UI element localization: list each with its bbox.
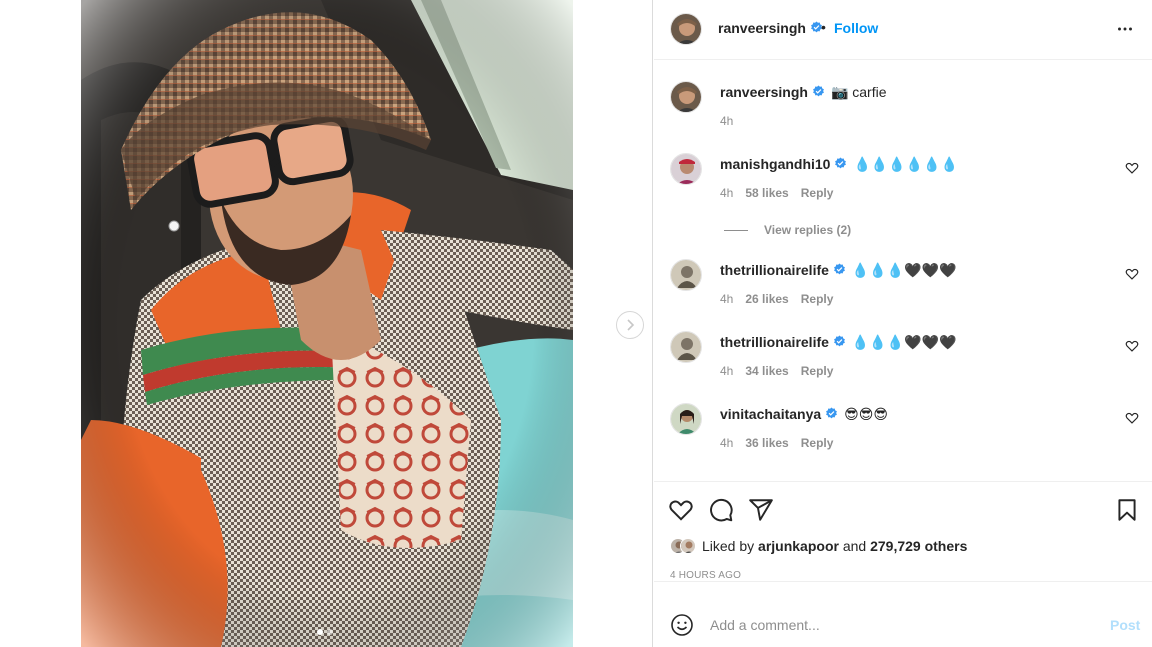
heart-icon[interactable] <box>1125 339 1139 353</box>
caption-username[interactable]: ranveersingh <box>720 84 808 100</box>
comment-text: 💧💧💧🖤🖤🖤 <box>851 262 957 278</box>
post-photo[interactable] <box>81 0 573 647</box>
share-icon[interactable] <box>748 497 774 523</box>
comment-username[interactable]: thetrillionairelife <box>720 334 829 350</box>
comment-likes[interactable]: 58 likes <box>745 186 788 200</box>
caption-time[interactable]: 4h <box>720 114 733 128</box>
caption-meta: 4h <box>720 114 733 128</box>
bookmark-icon[interactable] <box>1114 497 1140 523</box>
heart-icon[interactable] <box>668 497 694 523</box>
verified-badge-icon <box>835 157 847 169</box>
author-avatar[interactable] <box>670 13 702 45</box>
commenter-avatar[interactable] <box>670 403 702 435</box>
comment-time[interactable]: 4h <box>720 436 733 450</box>
comment-time[interactable]: 4h <box>720 292 733 306</box>
commenter-avatar[interactable] <box>670 331 702 363</box>
caption-avatar[interactable] <box>670 81 702 113</box>
reply-button[interactable]: Reply <box>801 364 834 378</box>
separator-dot: • <box>821 19 826 35</box>
comment-likes[interactable]: 34 likes <box>745 364 788 378</box>
comments-list[interactable]: ranveersingh 📷 carfie 4h manishgandhi10 💧💧… <box>654 61 1152 482</box>
carousel-dot[interactable] <box>327 629 333 635</box>
carousel-indicator <box>317 629 333 635</box>
liked-by-middle: and <box>842 538 867 554</box>
caption-text: 📷 carfie <box>830 84 887 100</box>
post-header: ranveersingh • Follow <box>654 0 1152 60</box>
comment-body: thetrillionairelife 💧💧💧🖤🖤🖤 <box>720 334 1120 351</box>
author-username[interactable]: ranveersingh <box>718 20 823 36</box>
verified-badge-icon <box>834 335 845 347</box>
comment-text: 😎😎😎 <box>844 406 888 422</box>
reply-button[interactable]: Reply <box>801 436 834 450</box>
liked-by: Liked by arjunkapoor and 279,729 others <box>670 538 967 554</box>
comment-username[interactable]: manishgandhi10 <box>720 156 830 172</box>
comment-likes[interactable]: 26 likes <box>745 292 788 306</box>
comment-body: manishgandhi10 💧💧💧💧💧💧 <box>720 156 1120 173</box>
comment-input[interactable] <box>710 613 1090 637</box>
comment-username[interactable]: thetrillionairelife <box>720 262 829 278</box>
view-replies-label[interactable]: View replies (2) <box>764 223 851 237</box>
next-slide-button[interactable] <box>616 311 644 339</box>
post-comment-button[interactable]: Post <box>1110 617 1140 633</box>
author-username-text[interactable]: ranveersingh <box>718 20 806 36</box>
comment-likes[interactable]: 36 likes <box>745 436 788 450</box>
more-options-icon[interactable] <box>1114 18 1136 40</box>
comment-meta: 4h 26 likes Reply <box>720 292 833 306</box>
verified-badge-icon <box>813 85 824 97</box>
heart-icon[interactable] <box>1125 161 1139 175</box>
follow-button[interactable]: Follow <box>834 20 878 36</box>
comment-meta: 4h 58 likes Reply <box>720 186 833 200</box>
verified-badge-icon <box>826 407 838 419</box>
comment-text: 💧💧💧🖤🖤🖤 <box>851 334 957 350</box>
post-details-panel: ranveersingh • Follow ranveersingh 📷 carf… <box>654 0 1152 647</box>
comment-icon[interactable] <box>708 497 734 523</box>
comment-time[interactable]: 4h <box>720 364 733 378</box>
post-actions: Liked by arjunkapoor and 279,729 others … <box>654 482 1152 582</box>
liked-by-user[interactable]: arjunkapoor <box>758 538 839 554</box>
comment-meta: 4h 34 likes Reply <box>720 364 833 378</box>
caption-body: ranveersingh 📷 carfie <box>720 84 1120 101</box>
heart-icon[interactable] <box>1125 267 1139 281</box>
heart-icon[interactable] <box>1125 411 1139 425</box>
commenter-avatar[interactable] <box>670 153 702 185</box>
verified-badge-icon <box>834 263 845 275</box>
view-replies-divider <box>724 229 748 231</box>
comment-body: vinitachaitanya 😎😎😎 <box>720 406 1120 423</box>
liker-avatar[interactable] <box>680 538 696 554</box>
emoji-icon[interactable] <box>670 613 694 637</box>
liked-by-text[interactable]: Liked by arjunkapoor and 279,729 others <box>702 538 967 554</box>
comment-meta: 4h 36 likes Reply <box>720 436 833 450</box>
comment-body: thetrillionairelife 💧💧💧🖤🖤🖤 <box>720 262 1120 279</box>
carousel-dot-active[interactable] <box>317 629 323 635</box>
commenter-avatar[interactable] <box>670 259 702 291</box>
post-timestamp[interactable]: 4 HOURS AGO <box>670 570 741 581</box>
chevron-right-icon <box>627 319 635 331</box>
reply-button[interactable]: Reply <box>801 292 834 306</box>
comment-time[interactable]: 4h <box>720 186 733 200</box>
add-comment-bar: Post <box>654 600 1152 647</box>
comment-text: 💧💧💧💧💧💧 <box>853 156 959 172</box>
comment-username[interactable]: vinitachaitanya <box>720 406 821 422</box>
liked-by-prefix: Liked by <box>702 538 755 554</box>
post-media <box>0 0 653 647</box>
reply-button[interactable]: Reply <box>801 186 834 200</box>
view-replies-button[interactable]: View replies (2) <box>724 223 851 237</box>
liked-by-count[interactable]: 279,729 others <box>870 538 967 554</box>
